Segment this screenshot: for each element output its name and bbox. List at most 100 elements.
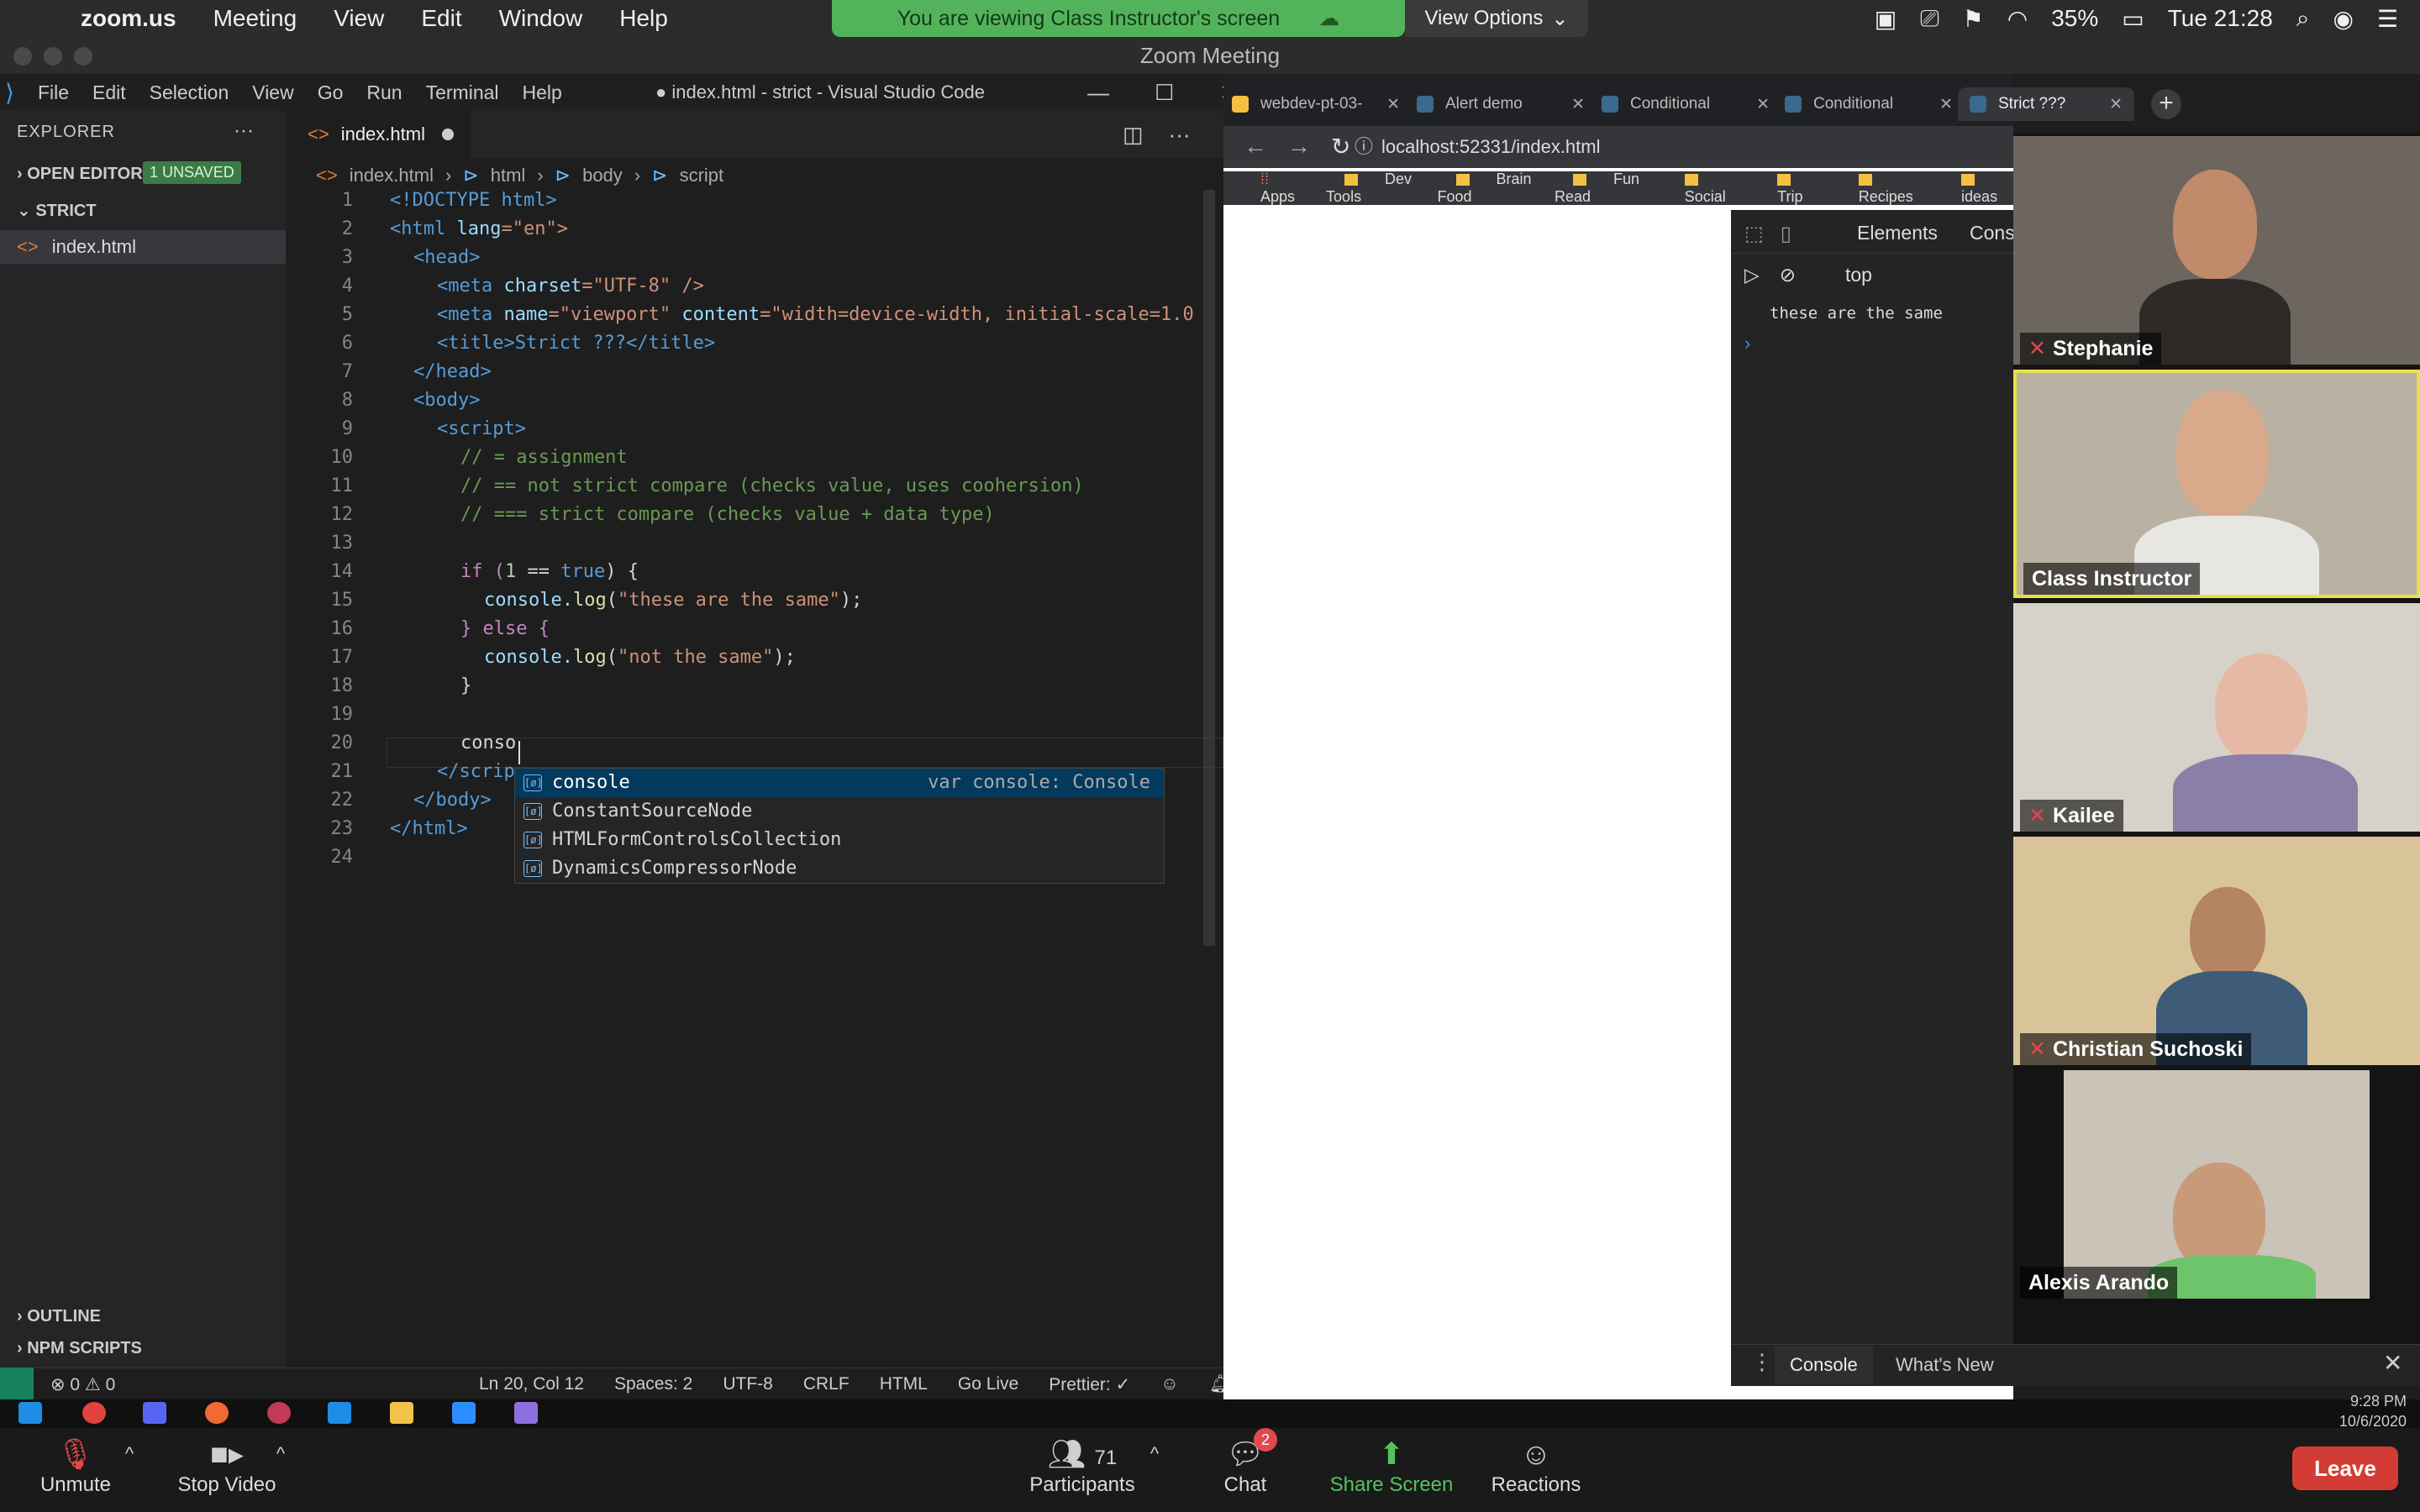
postman-taskbar-icon[interactable]	[205, 1402, 229, 1424]
suggestion-item[interactable]: [ø] DynamicsCompressorNode	[515, 854, 1164, 883]
discord-taskbar-icon[interactable]	[143, 1402, 166, 1424]
vs-menu-file[interactable]: File	[38, 81, 69, 104]
stop-video-button[interactable]: ■▸ Stop Video	[168, 1428, 286, 1512]
vs-menu-view[interactable]: View	[252, 81, 293, 104]
editor-scrollbar[interactable]	[1203, 190, 1215, 946]
zoom-taskbar-icon[interactable]	[452, 1402, 476, 1424]
suggestion-item[interactable]: [ø] HTMLFormControlsCollection	[515, 826, 1164, 854]
minimize-icon[interactable]: —	[1087, 80, 1109, 106]
cursor-position[interactable]: Ln 20, Col 12	[479, 1374, 584, 1395]
devtools-tab-console[interactable]: Cons	[1970, 222, 2015, 244]
remote-indicator-icon[interactable]	[0, 1368, 34, 1399]
npm-scripts-section[interactable]: › NPM SCRIPTS	[17, 1339, 302, 1358]
battery-percent[interactable]: 35%	[2051, 5, 2098, 32]
chrome-tab-active[interactable]: Strict ??? ✕	[1958, 87, 2134, 121]
bookmark-folder[interactable]: Dev Tools	[1326, 171, 1418, 206]
video-tile[interactable]: ✕ Kailee	[2013, 603, 2420, 832]
chrome-tab[interactable]: Conditional ✕	[1602, 87, 1770, 121]
console-prompt-icon[interactable]: ›	[1744, 333, 1750, 354]
menu-view[interactable]: View	[334, 5, 384, 32]
menu-window[interactable]: Window	[499, 5, 583, 32]
window-minimize-dot[interactable]	[44, 47, 62, 66]
menu-help[interactable]: Help	[619, 5, 668, 32]
vs-menu-run[interactable]: Run	[366, 81, 402, 104]
close-tab-icon[interactable]: ✕	[1939, 95, 1953, 114]
forward-arrow-icon[interactable]: →	[1287, 133, 1311, 160]
suggestion-item[interactable]: [ø] ConstantSourceNode	[515, 797, 1164, 826]
drawer-menu-icon[interactable]: ⋮	[1751, 1349, 1773, 1375]
more-actions-icon[interactable]: ···	[1169, 122, 1191, 147]
clear-console-icon[interactable]: ⊘	[1780, 264, 1796, 286]
close-tab-icon[interactable]: ✕	[1756, 95, 1770, 114]
video-tile[interactable]: ✕ Christian Suchoski	[2013, 837, 2420, 1065]
vs-menu-edit[interactable]: Edit	[92, 81, 126, 104]
menubar-app-name[interactable]: zoom.us	[81, 5, 176, 32]
participants-options-caret[interactable]: ^	[1144, 1428, 1165, 1512]
indentation[interactable]: Spaces: 2	[614, 1374, 692, 1395]
unsaved-dot-icon[interactable]	[441, 129, 454, 140]
video-options-caret[interactable]: ^	[271, 1428, 291, 1512]
zoom-status-icon[interactable]: ▣	[1875, 5, 1897, 33]
window-zoom-dot[interactable]	[74, 47, 92, 66]
unmute-button[interactable]: 🎙︎ Unmute	[34, 1428, 118, 1512]
outline-section[interactable]: › OUTLINE	[17, 1307, 302, 1326]
menu-meeting[interactable]: Meeting	[213, 5, 297, 32]
prettier-status[interactable]: Prettier: ✓	[1049, 1374, 1130, 1395]
close-tab-icon[interactable]: ✕	[1571, 95, 1585, 114]
web-page-viewport[interactable]	[1223, 210, 1731, 1386]
drawer-tab-whats-new[interactable]: What's New	[1882, 1346, 2007, 1384]
bookmark-folder[interactable]: ideas	[1943, 171, 2013, 206]
window-close-dot[interactable]	[13, 47, 32, 66]
vscode-taskbar-icon[interactable]	[328, 1402, 351, 1424]
folder-strict[interactable]: ⌄ STRICT	[17, 200, 302, 221]
menu-edit[interactable]: Edit	[421, 5, 461, 32]
windows-start-icon[interactable]	[18, 1402, 42, 1424]
flag-icon[interactable]: ⚑	[1963, 5, 1984, 33]
context-selector[interactable]: top	[1845, 264, 1872, 286]
app-taskbar-icon[interactable]	[514, 1402, 538, 1424]
vs-menu-selection[interactable]: Selection	[150, 81, 229, 104]
problems-count[interactable]: ⊗ 0 ⚠ 0	[50, 1374, 115, 1395]
encoding[interactable]: UTF-8	[723, 1374, 773, 1395]
leave-meeting-button[interactable]: Leave	[2292, 1446, 2398, 1490]
video-tile[interactable]: Alexis Arando	[2013, 1070, 2420, 1299]
go-live-button[interactable]: Go Live	[958, 1374, 1018, 1395]
breadcrumb-item[interactable]: html	[491, 165, 526, 186]
video-tile-active-speaker[interactable]: Class Instructor	[2013, 370, 2420, 598]
file-index-html[interactable]: <> index.html	[0, 230, 286, 264]
vs-menu-terminal[interactable]: Terminal	[426, 81, 499, 104]
spotlight-search-icon[interactable]: ⌕	[2296, 5, 2310, 33]
drawer-tab-console[interactable]: Console	[1775, 1346, 1873, 1384]
chrome-tab[interactable]: webdev-pt-03- ✕	[1232, 87, 1400, 121]
bookmark-apps[interactable]: ⁞⁞Apps	[1242, 171, 1307, 206]
suggestion-item[interactable]: [ø] console var console: Console	[515, 769, 1164, 797]
inspect-element-icon[interactable]: ⬚	[1744, 223, 1764, 245]
reactions-button[interactable]: ☺ Reactions	[1486, 1428, 1586, 1512]
language-mode[interactable]: HTML	[880, 1374, 928, 1395]
tab-index-html[interactable]: <> index.html	[286, 111, 471, 158]
chrome-taskbar-icon[interactable]	[82, 1402, 106, 1424]
bookmark-folder[interactable]: Brain Food	[1438, 171, 1536, 206]
close-tab-icon[interactable]: ✕	[1386, 95, 1400, 114]
bookmark-folder[interactable]: Social	[1666, 171, 1740, 206]
taskbar-clock[interactable]: 9:28 PM 10/6/2020	[2339, 1391, 2407, 1431]
line-endings[interactable]: CRLF	[803, 1374, 850, 1395]
menubar-clock[interactable]: Tue 21:28	[2168, 5, 2273, 32]
close-drawer-icon[interactable]: ✕	[2383, 1349, 2402, 1377]
chrome-tab[interactable]: Alert demo ✕	[1417, 87, 1585, 121]
breadcrumb-item[interactable]: body	[582, 165, 623, 186]
maximize-icon[interactable]: ☐	[1155, 80, 1174, 106]
split-editor-icon[interactable]: ◫	[1123, 122, 1144, 147]
vs-menu-go[interactable]: Go	[318, 81, 344, 104]
device-toolbar-icon[interactable]: ▯	[1781, 223, 1791, 245]
view-options-button[interactable]: View Options ⌄	[1405, 0, 1588, 37]
chrome-tab[interactable]: Conditional ✕	[1785, 87, 1953, 121]
control-center-icon[interactable]: ☰	[2377, 5, 2398, 33]
vs-menu-help[interactable]: Help	[523, 81, 562, 104]
airplay-icon[interactable]: ⎚	[1920, 5, 1939, 33]
battery-icon[interactable]: ▭	[2122, 5, 2144, 33]
new-tab-button[interactable]: +	[2151, 89, 2181, 119]
audio-options-caret[interactable]: ^	[119, 1428, 139, 1512]
participants-button[interactable]: 👥︎ 71 Participants	[1018, 1428, 1146, 1512]
sidebar-toggle-icon[interactable]: ▷	[1744, 264, 1760, 286]
